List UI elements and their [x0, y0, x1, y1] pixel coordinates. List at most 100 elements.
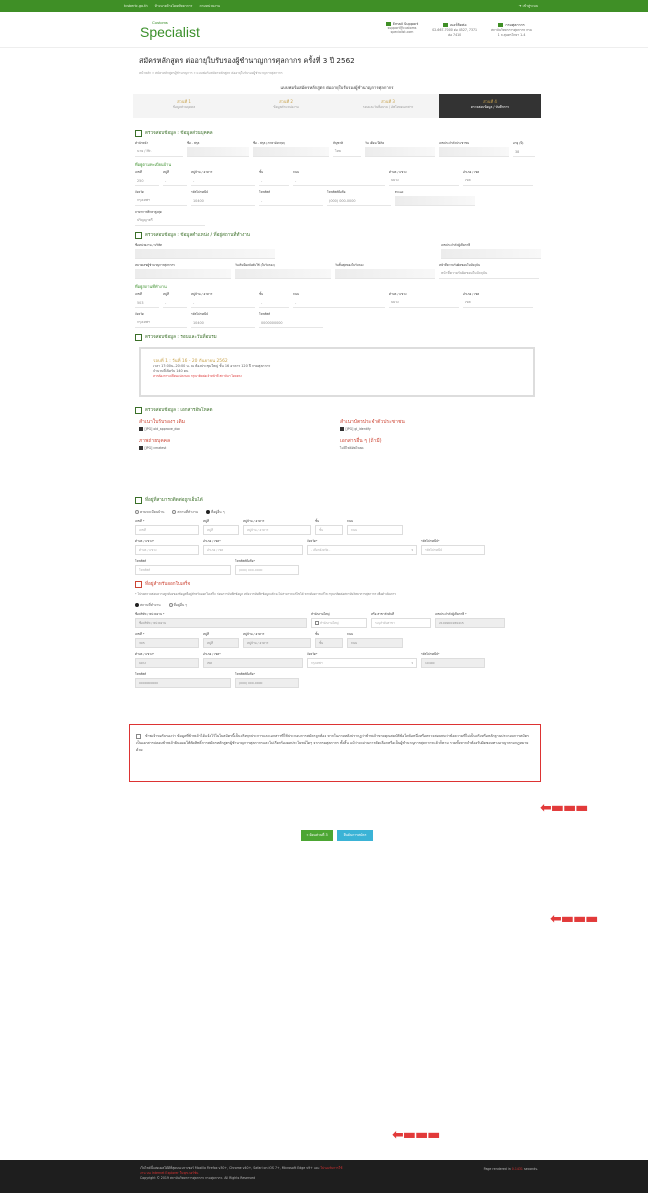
- field-value: กรุงเทพฯ: [135, 196, 187, 206]
- field-value: 250: [135, 176, 159, 186]
- annotation-arrow-contact: ⬅▬▬▬: [540, 800, 588, 816]
- radio-receipt-work[interactable]: สถานที่ทำงาน: [135, 603, 161, 608]
- field: โทรศัพท์ 0000000000: [259, 312, 323, 328]
- field: ชั้น ชั้น: [315, 519, 343, 535]
- input-phone[interactable]: โทรศัพท์: [135, 565, 231, 575]
- field: โทรศัพท์มือถือ* (000) 000-0000: [235, 559, 299, 575]
- input-postcode[interactable]: รหัสไปรษณีย์: [421, 545, 485, 555]
- home-row-1: เลขที่ 250 หมู่ที่ - หมู่บ้าน / อาคาร - ชั้…: [133, 170, 541, 186]
- field-value: -: [259, 196, 323, 206]
- radio-other[interactable]: ที่อยู่อื่น ๆ: [206, 510, 225, 515]
- agreement-checkbox[interactable]: [136, 733, 141, 739]
- input-house-no[interactable]: เลขที่: [135, 525, 199, 535]
- checkbox-head-office[interactable]: สำนักงานใหญ่: [311, 618, 367, 628]
- submit-button[interactable]: ยืนยันการสมัคร: [337, 830, 373, 841]
- building-icon: [498, 22, 504, 27]
- input-receipt-postcode[interactable]: 10400: [421, 658, 485, 668]
- field: ตำบล / แขวง* บยวง: [135, 652, 199, 668]
- field-value: ปริญญาตรี: [135, 216, 205, 226]
- radio-label: สถานที่ทำงาน: [177, 510, 198, 514]
- contact-line: สถาบันวิทยาการศุลกากร กรม: [491, 27, 532, 32]
- field: รหัสไปรษณีย์ 10400: [191, 190, 255, 206]
- checkbox-icon: [315, 621, 319, 625]
- receipt-options: สถานที่ทำงาน ที่อยู่อื่น ๆ: [135, 603, 541, 608]
- contact-line: 1 ถ.สุนทรโกษา 1-4: [497, 32, 526, 37]
- round-box: รอบที่ 1 : วันที่ 16 - 20 กันยายน 2562 เ…: [139, 347, 535, 397]
- radio-receipt-other[interactable]: ที่อยู่อื่น ๆ: [168, 603, 188, 608]
- radio-work[interactable]: สถานที่ทำงาน: [172, 510, 198, 515]
- field-value: [135, 249, 275, 259]
- field: เลขที่ * เลขที่: [135, 519, 199, 535]
- step-title: ส่วนที่ 2: [279, 99, 293, 104]
- input-receipt-building[interactable]: หมู่บ้าน / อาคาร: [243, 638, 311, 648]
- input-subdistrict[interactable]: ตำบล / แขวง: [135, 545, 199, 555]
- step-label: รอบและวันที่อบรม / อัพโหลดเอกสาร: [362, 105, 414, 109]
- select-receipt-province[interactable]: กรุงเทพฯ: [307, 658, 417, 668]
- file-icon: [340, 427, 344, 431]
- radio-label: ที่อยู่อื่น ๆ: [211, 510, 225, 514]
- input-moo[interactable]: หมู่ที่: [203, 525, 239, 535]
- render-value: 0.1431: [511, 1167, 523, 1171]
- input-receipt-mobile[interactable]: (000) 000-0000: [235, 678, 299, 688]
- field: อำเภอ / เขต* เขต: [203, 652, 303, 668]
- top-links: tcsbertc.go.th ห้างนายจ้างโดยพัทยาการ ถา…: [124, 4, 226, 9]
- input-floor[interactable]: ชั้น: [315, 525, 343, 535]
- site-header: Customs Specialist Email Support support@…: [0, 12, 648, 48]
- field-value: -: [191, 176, 255, 186]
- annotation-arrow-submit: ⬅▬▬▬: [392, 1127, 440, 1143]
- input-receipt-subdistrict[interactable]: บยวง: [135, 658, 199, 668]
- form-buttons: « ย้อนส่วนที่ 3 ยืนยันการสมัคร: [133, 830, 541, 841]
- input-mobile[interactable]: (000) 000-0000: [235, 565, 299, 575]
- field: สำนักงานใหญ่ สำนักงานใหญ่: [311, 612, 367, 628]
- contact-row-3: โทรศัพท์ โทรศัพท์ โทรศัพท์มือถือ* (000) 00…: [133, 559, 541, 575]
- agreement-text: ข้าพเจ้าขอรับรองว่า ข้อมูลที่ข้าพเจ้าได้…: [136, 734, 529, 752]
- select-province[interactable]: - เลือกจังหวัด -: [307, 545, 417, 555]
- input-building[interactable]: หมู่บ้าน / อาคาร: [243, 525, 311, 535]
- input-receipt-road[interactable]: ถนน: [347, 638, 403, 648]
- field: ชื่อบริษัท / หน่วยงาน * ชื่อบริษัท / หน่ว…: [135, 612, 307, 628]
- radio-home[interactable]: ตามทะเบียนบ้าน: [135, 510, 164, 515]
- top-link-1[interactable]: tcsbertc.go.th: [124, 4, 148, 8]
- personal-row: คำนำหน้า นาย / Mr. ชื่อ - สกุล ชื่อ - สกุ…: [133, 141, 541, 157]
- input-tax-id[interactable]: 2109900189415: [435, 618, 505, 628]
- doc-file[interactable]: [JPG] cmatest: [139, 446, 340, 450]
- doc-file[interactable]: [JPG] old_approve_doc: [139, 427, 340, 431]
- breadcrumb[interactable]: หน้าหลัก » สมัครหลักสูตรผู้ชำนาญการ » แบ…: [139, 71, 541, 76]
- home-address-title: ที่อยู่ตามทะเบียนบ้าน: [135, 162, 172, 167]
- radio-label: ที่อยู่อื่น ๆ: [173, 603, 188, 607]
- footer-warning: ไม่รองรับการใช้: [320, 1166, 343, 1170]
- input-company[interactable]: ชื่อบริษัท / หน่วยงาน: [135, 618, 307, 628]
- step-title: ส่วนที่ 1: [177, 99, 191, 104]
- back-button[interactable]: « ย้อนส่วนที่ 3: [301, 830, 333, 841]
- field: ชื่อ - สกุล: [187, 141, 249, 157]
- form-title: แบบฟอร์มสมัครหลักสูตร ต่ออายุใบรับรองผู้…: [280, 85, 394, 90]
- radio-icon: [135, 510, 139, 514]
- top-link-3[interactable]: ถามหน่วยงาน: [199, 4, 220, 8]
- input-receipt-house-no[interactable]: 305: [135, 638, 199, 648]
- field: ถนน ถนน: [347, 632, 403, 648]
- input-receipt-floor[interactable]: ชั้น: [315, 638, 343, 648]
- receipt-note: * โปรดตรวจสอบความถูกต้องของข้อมูลที่อยู่…: [135, 592, 396, 596]
- doc-file[interactable]: [JPG] gl_identify: [340, 427, 541, 431]
- input-district[interactable]: อำเภอ / เขต: [203, 545, 303, 555]
- round-warning: หากต้องการเปลี่ยนแปลงรอบ กรุณาติดต่อเจ้า…: [153, 374, 242, 378]
- docs-col-left: สำเนาใบรับรองฯ เดิม [JPG] old_approve_do…: [139, 418, 340, 457]
- input-road[interactable]: ถนน: [347, 525, 403, 535]
- contact-title: Email Support: [392, 21, 419, 26]
- field: หมู่ที่ หมู่ที่: [203, 632, 239, 648]
- home-row-2: จังหวัด กรุงเทพฯ รหัสไปรษณีย์ 10400 โทรศัพ…: [133, 190, 541, 206]
- input-branch[interactable]: ระบุลำดับสาขา: [371, 618, 431, 628]
- input-receipt-phone[interactable]: 0000000000: [135, 678, 231, 688]
- field-value: เขต: [463, 298, 533, 308]
- login-link[interactable]: ➜ เข้าสู่ระบบ: [519, 4, 538, 9]
- top-link-2[interactable]: ห้างนายจ้างโดยพัทยาการ: [155, 4, 193, 8]
- field-value: [441, 249, 541, 259]
- input-receipt-moo[interactable]: หมู่ที่: [203, 638, 239, 648]
- site-logo[interactable]: Customs Specialist: [140, 20, 200, 39]
- field: หมู่ที่ หมู่ที่: [203, 519, 239, 535]
- field: เลขประจำตัวผู้เสียภาษี: [441, 243, 541, 259]
- input-receipt-district[interactable]: เขต: [203, 658, 303, 668]
- receipt-row-1: เลขที่ * 305 หมู่ที่ หมู่ที่ หมู่บ้าน / อา…: [133, 632, 541, 648]
- field: สัญชาติ ไทย: [333, 141, 361, 157]
- checkbox-label: สำนักงานใหญ่: [320, 620, 339, 625]
